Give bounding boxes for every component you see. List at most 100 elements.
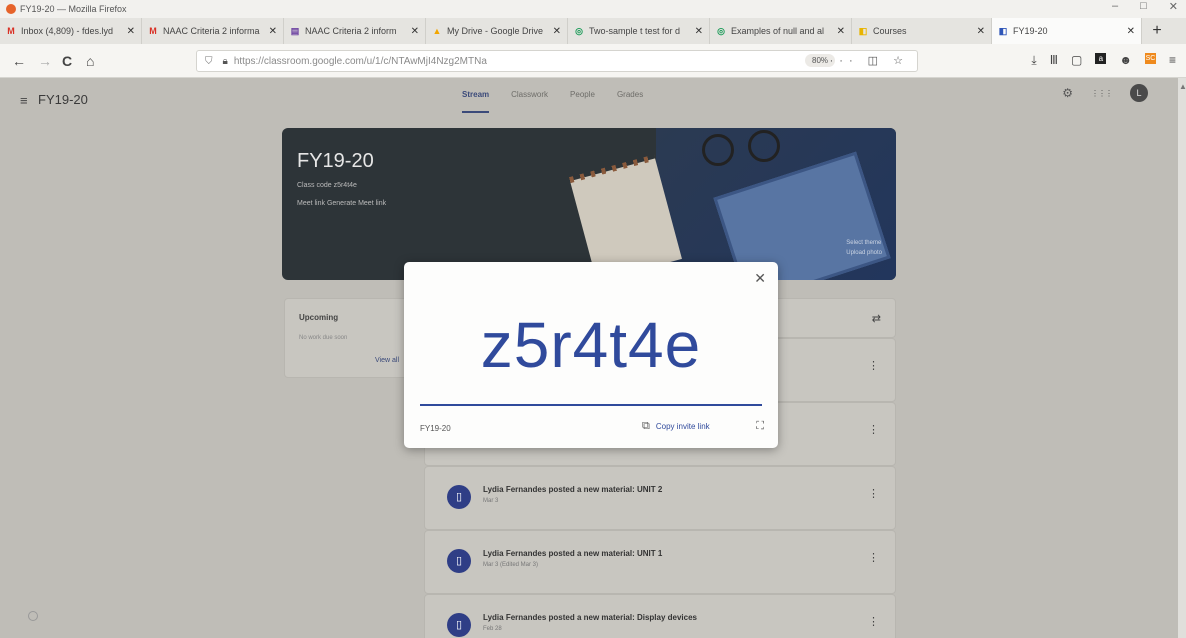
tab-classwork[interactable]: Classwork bbox=[511, 90, 548, 113]
tab-label: Inbox (4,809) - fdes.lyd bbox=[21, 26, 114, 36]
drive-icon: ▲ bbox=[432, 26, 442, 36]
class-banner: FY19-20 Class code z5r4t4e Meet link Gen… bbox=[282, 128, 896, 280]
tab-label: Courses bbox=[873, 26, 907, 36]
tab-t-test[interactable]: ◎ Two-sample t test for d ✕ bbox=[568, 18, 710, 44]
tab-strip: M Inbox (4,809) - fdes.lyd ✕ M NAAC Crit… bbox=[0, 18, 1186, 44]
select-theme-link[interactable]: Select theme bbox=[846, 238, 882, 248]
banner-meet-link[interactable]: Meet link Generate Meet link bbox=[297, 200, 386, 207]
tab-naac-gmail[interactable]: M NAAC Criteria 2 informa ✕ bbox=[142, 18, 284, 44]
class-code-display: z5r4t4e bbox=[480, 309, 702, 381]
list-item[interactable]: ▯ Lydia Fernandes posted a new material:… bbox=[424, 466, 896, 530]
tab-stream[interactable]: Stream bbox=[462, 90, 490, 113]
more-options-icon[interactable]: ⋮ bbox=[868, 359, 879, 372]
tab-close-icon[interactable]: ✕ bbox=[269, 26, 277, 37]
scroll-up-icon[interactable]: ▲ bbox=[1179, 82, 1186, 94]
gmail-icon: M bbox=[149, 26, 157, 36]
tab-google-drive[interactable]: ▲ My Drive - Google Drive ✕ bbox=[426, 18, 568, 44]
shield-icon[interactable]: ⛉ bbox=[205, 56, 213, 67]
tab-label: Examples of null and al bbox=[731, 26, 825, 36]
lock-icon[interactable]: 🔒︎ bbox=[223, 56, 228, 67]
reload-button[interactable]: C bbox=[62, 53, 72, 69]
upcoming-text: No work due soon bbox=[299, 335, 348, 341]
page-actions-icon[interactable]: ··· ◫ ☆ bbox=[830, 54, 909, 67]
amazon-extension-icon[interactable]: a bbox=[1095, 53, 1107, 64]
tab-label: NAAC Criteria 2 inform bbox=[305, 26, 397, 36]
maximize-button[interactable]: □ bbox=[1140, 0, 1147, 13]
minimize-button[interactable]: – bbox=[1112, 0, 1118, 13]
banner-theme-links: Select theme Upload photo bbox=[846, 238, 882, 258]
more-options-icon[interactable]: ⋮ bbox=[868, 551, 879, 564]
class-header-title: FY19-20 bbox=[20, 92, 88, 107]
window-titlebar: FY19-20 — Mozilla Firefox – □ ✕ bbox=[0, 0, 1186, 18]
close-window-button[interactable]: ✕ bbox=[1169, 0, 1178, 13]
tab-grades[interactable]: Grades bbox=[617, 90, 643, 113]
site-icon: ◎ bbox=[717, 26, 725, 36]
download-icon[interactable]: ⤓ bbox=[1031, 53, 1036, 68]
post-date: Feb 28 bbox=[483, 626, 502, 632]
tab-close-icon[interactable]: ✕ bbox=[695, 26, 703, 37]
banner-title: FY19-20 bbox=[297, 150, 374, 172]
dialog-class-name: FY19-20 bbox=[420, 424, 451, 433]
apps-grid-icon[interactable]: ⋮⋮⋮ bbox=[1091, 89, 1113, 98]
close-icon[interactable]: ✕ bbox=[754, 270, 766, 287]
url-bar[interactable]: ⛉ 🔒︎ https://classroom.google.com/u/1/c/… bbox=[196, 50, 918, 72]
upcoming-title: Upcoming bbox=[299, 313, 339, 322]
account-icon[interactable]: ☻ bbox=[1119, 53, 1132, 68]
avatar[interactable]: L bbox=[1130, 84, 1148, 102]
view-all-link[interactable]: View all bbox=[375, 357, 399, 364]
list-item[interactable]: ▯ Lydia Fernandes posted a new material:… bbox=[424, 530, 896, 594]
settings-gear-icon[interactable]: ⚙ bbox=[1062, 86, 1073, 100]
upcoming-card: Upcoming No work due soon View all bbox=[284, 298, 412, 378]
more-options-icon[interactable]: ⋮ bbox=[868, 487, 879, 500]
tab-gmail-inbox[interactable]: M Inbox (4,809) - fdes.lyd ✕ bbox=[0, 18, 142, 44]
class-name[interactable]: FY19-20 bbox=[38, 92, 88, 107]
firefox-logo-icon bbox=[6, 4, 16, 14]
repost-icon[interactable]: ⇄ bbox=[872, 312, 881, 325]
more-options-icon[interactable]: ⋮ bbox=[868, 615, 879, 628]
list-item[interactable]: ▯ Lydia Fernandes posted a new material:… bbox=[424, 594, 896, 638]
tab-close-icon[interactable]: ✕ bbox=[977, 26, 985, 37]
post-title: Lydia Fernandes posted a new material: D… bbox=[483, 613, 698, 622]
extension-icon[interactable]: SC bbox=[1144, 53, 1156, 64]
library-icon[interactable]: Ⅲ bbox=[1050, 53, 1058, 68]
class-tabs: Stream Classwork People Grades bbox=[462, 90, 643, 113]
navigation-toolbar: ← → C ⌂ ⛉ 🔒︎ https://classroom.google.co… bbox=[0, 44, 1186, 78]
banner-class-code[interactable]: Class code z5r4t4e bbox=[297, 182, 357, 189]
tab-courses[interactable]: ◧ Courses ✕ bbox=[852, 18, 992, 44]
tab-close-icon[interactable]: ✕ bbox=[127, 26, 135, 37]
fullscreen-icon[interactable]: ⛶ bbox=[756, 420, 764, 433]
post-title: Lydia Fernandes posted a new material: U… bbox=[483, 549, 663, 558]
tab-close-icon[interactable]: ✕ bbox=[411, 26, 419, 37]
tab-people[interactable]: People bbox=[570, 90, 595, 113]
material-icon: ▯ bbox=[447, 485, 471, 509]
page-scrollbar[interactable]: ▲ bbox=[1178, 78, 1186, 638]
sidebar-icon[interactable]: ▢ bbox=[1071, 53, 1082, 68]
tab-fy19-20[interactable]: ◧ FY19-20 ✕ bbox=[992, 18, 1142, 44]
tab-close-icon[interactable]: ✕ bbox=[837, 26, 845, 37]
tab-close-icon[interactable]: ✕ bbox=[553, 26, 561, 37]
gmail-icon: M bbox=[7, 26, 15, 36]
post-date: Mar 3 bbox=[483, 498, 499, 504]
menu-icon[interactable]: ≡ bbox=[1169, 53, 1176, 68]
post-title: Lydia Fernandes posted a new material: U… bbox=[483, 485, 663, 494]
site-icon: ◎ bbox=[575, 26, 583, 36]
more-options-icon[interactable]: ⋮ bbox=[868, 423, 879, 436]
upload-photo-link[interactable]: Upload photo bbox=[846, 248, 882, 258]
url-text[interactable]: https://classroom.google.com/u/1/c/NTAwM… bbox=[234, 56, 487, 67]
copy-invite-link-button[interactable]: ⧉ Copy invite link bbox=[642, 420, 710, 433]
help-icon[interactable] bbox=[28, 611, 38, 621]
copy-icon: ⧉ bbox=[642, 420, 650, 432]
tab-close-icon[interactable]: ✕ bbox=[1127, 26, 1135, 37]
tab-label: Two-sample t test for d bbox=[589, 26, 681, 36]
home-button[interactable]: ⌂ bbox=[86, 53, 94, 69]
tab-label: FY19-20 bbox=[1013, 26, 1048, 36]
back-button[interactable]: ← bbox=[12, 53, 26, 69]
material-icon: ▯ bbox=[447, 613, 471, 637]
post-date: Mar 3 (Edited Mar 3) bbox=[483, 562, 539, 568]
new-tab-button[interactable]: + bbox=[1142, 18, 1172, 44]
tab-naac-forms[interactable]: ▤ NAAC Criteria 2 inform ✕ bbox=[284, 18, 426, 44]
forward-button[interactable]: → bbox=[38, 53, 52, 69]
tab-null-examples[interactable]: ◎ Examples of null and al ✕ bbox=[710, 18, 852, 44]
material-icon: ▯ bbox=[447, 549, 471, 573]
header-actions: ⚙ ⋮⋮⋮ L bbox=[1062, 84, 1148, 102]
